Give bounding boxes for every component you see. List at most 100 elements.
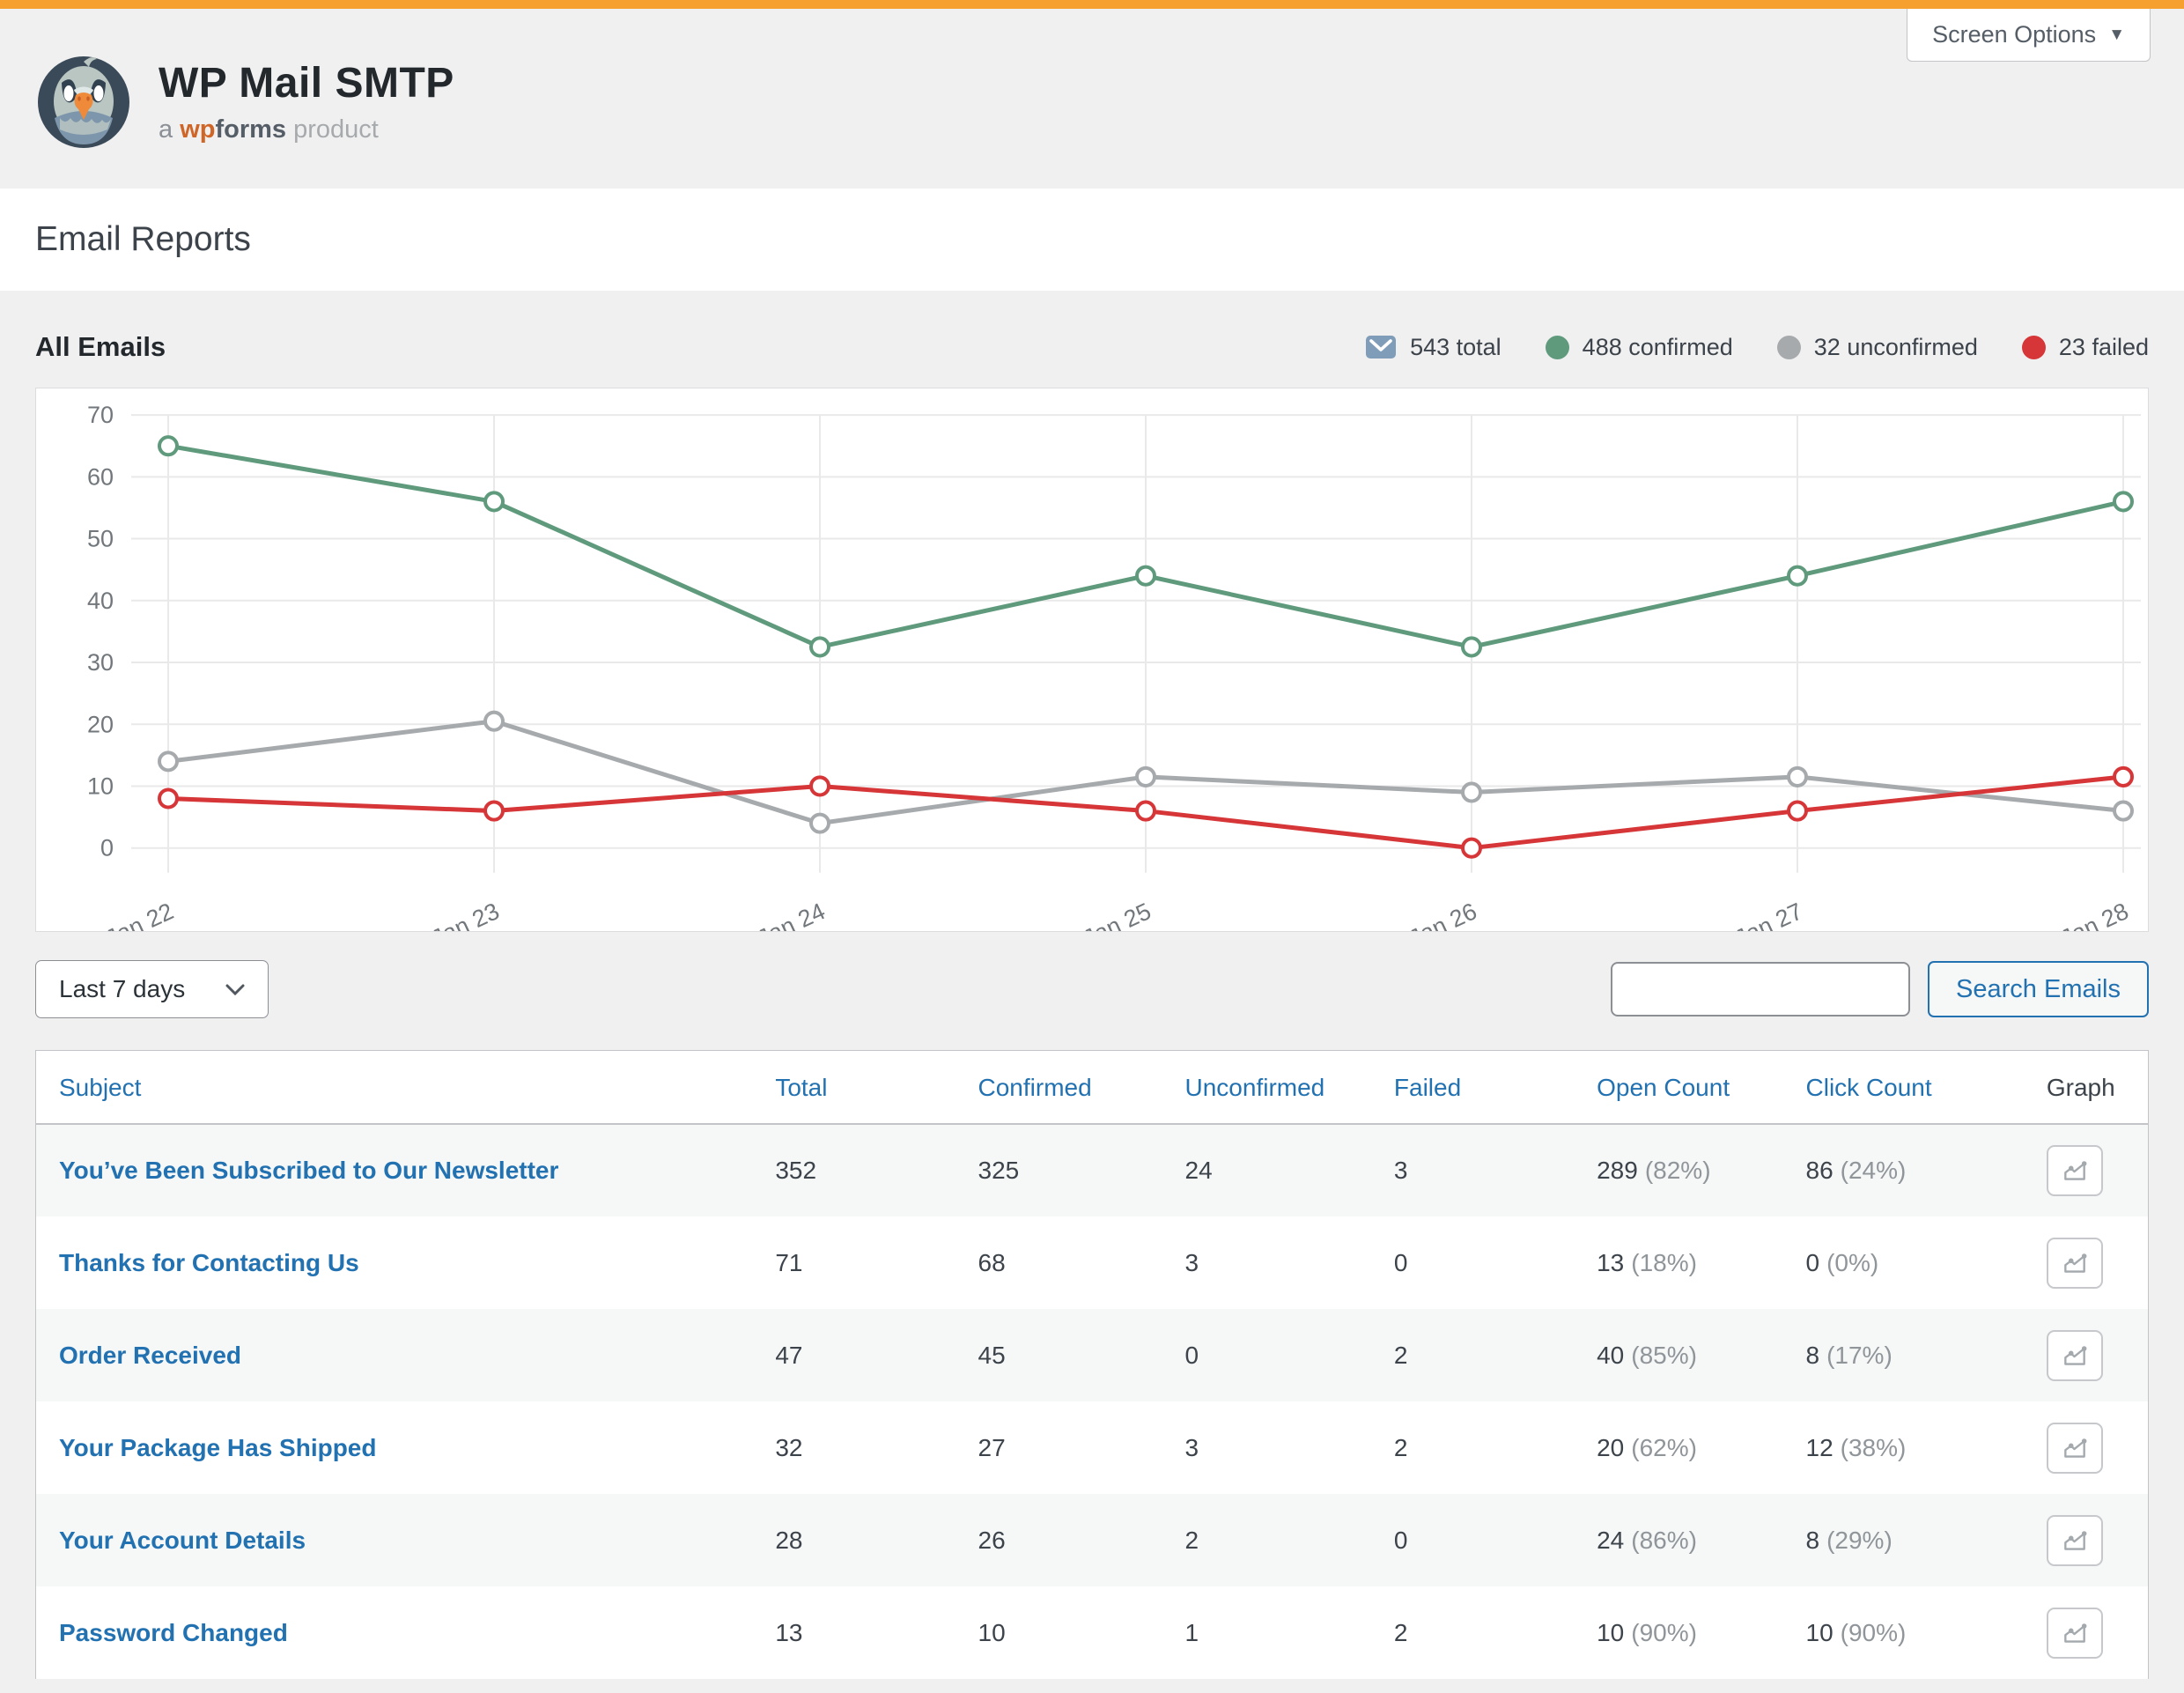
unconfirmed-dot-icon	[1777, 336, 1801, 359]
row-graph-button[interactable]	[2047, 1515, 2103, 1566]
unconfirmed-cell: 2	[1185, 1494, 1394, 1586]
svg-text:Jan 25: Jan 25	[1079, 898, 1155, 931]
column-header-confirmed[interactable]: Confirmed	[978, 1051, 1185, 1124]
table-row: Your Account Details 28 26 2 0 24(86%) 8…	[36, 1494, 2148, 1586]
subject-link[interactable]: Thanks for Contacting Us	[59, 1249, 359, 1276]
chevron-down-icon	[225, 984, 245, 995]
subject-link[interactable]: Order Received	[59, 1342, 241, 1369]
open-count-cell: 24(86%)	[1597, 1494, 1805, 1586]
unconfirmed-cell: 1	[1185, 1586, 1394, 1679]
screen-options-label: Screen Options	[1932, 21, 2096, 48]
envelope-icon	[1365, 335, 1397, 359]
wpforms-brand-wp: wp	[180, 115, 215, 144]
total-cell: 71	[775, 1216, 978, 1309]
unconfirmed-cell: 0	[1185, 1309, 1394, 1401]
svg-text:50: 50	[87, 526, 114, 552]
table-header-row: Subject Total Confirmed Unconfirmed Fail…	[36, 1051, 2148, 1124]
mini-chart-icon	[2061, 1157, 2089, 1184]
legend-confirmed-label: 488 confirmed	[1583, 334, 1733, 361]
table-row: Thanks for Contacting Us 71 68 3 0 13(18…	[36, 1216, 2148, 1309]
column-header-open-count[interactable]: Open Count	[1597, 1051, 1805, 1124]
wp-mail-smtp-logo	[35, 53, 132, 150]
total-cell: 28	[775, 1494, 978, 1586]
legend-item-confirmed: 488 confirmed	[1546, 334, 1733, 361]
open-count-cell: 40(85%)	[1597, 1309, 1805, 1401]
search-emails-button[interactable]: Search Emails	[1928, 961, 2149, 1017]
svg-text:Jan 28: Jan 28	[2056, 898, 2132, 931]
chevron-down-icon: ▼	[2108, 26, 2125, 45]
search-input[interactable]	[1611, 962, 1910, 1017]
total-cell: 32	[775, 1401, 978, 1494]
click-count-cell: 10(90%)	[1806, 1586, 2047, 1679]
screen-options-button[interactable]: Screen Options ▼	[1907, 9, 2151, 62]
date-range-value: Last 7 days	[59, 975, 185, 1003]
date-range-select[interactable]: Last 7 days	[35, 960, 269, 1018]
unconfirmed-cell: 3	[1185, 1401, 1394, 1494]
confirmed-cell: 26	[978, 1494, 1185, 1586]
failed-dot-icon	[2022, 336, 2046, 359]
legend-unconfirmed-label: 32 unconfirmed	[1814, 334, 1978, 361]
mini-chart-icon	[2061, 1342, 2089, 1369]
section-title: All Emails	[35, 331, 166, 363]
total-cell: 352	[775, 1124, 978, 1216]
admin-top-bar	[0, 0, 2184, 9]
failed-cell: 3	[1394, 1124, 1597, 1216]
open-count-cell: 13(18%)	[1597, 1216, 1805, 1309]
svg-text:70: 70	[87, 402, 114, 428]
row-graph-button[interactable]	[2047, 1608, 2103, 1659]
mini-chart-icon	[2061, 1250, 2089, 1276]
svg-text:Jan 24: Jan 24	[753, 898, 829, 931]
row-graph-button[interactable]	[2047, 1145, 2103, 1196]
legend-item-failed: 23 failed	[2022, 334, 2149, 361]
row-graph-button[interactable]	[2047, 1330, 2103, 1381]
confirmed-cell: 27	[978, 1401, 1185, 1494]
total-cell: 47	[775, 1309, 978, 1401]
plugin-header: WP Mail SMTP a wpforms product	[0, 9, 2184, 189]
svg-text:0: 0	[100, 835, 114, 861]
failed-cell: 2	[1394, 1309, 1597, 1401]
page-title: Email Reports	[35, 220, 2149, 259]
open-count-cell: 20(62%)	[1597, 1401, 1805, 1494]
svg-text:60: 60	[87, 463, 114, 490]
chart-legend: 543 total 488 confirmed 32 unconfirmed 2…	[1365, 334, 2149, 361]
email-reports-table: Subject Total Confirmed Unconfirmed Fail…	[35, 1050, 2149, 1679]
subject-link[interactable]: You’ve Been Subscribed to Our Newsletter	[59, 1157, 558, 1184]
confirmed-cell: 68	[978, 1216, 1185, 1309]
subject-link[interactable]: Your Account Details	[59, 1527, 306, 1554]
page-title-band: Email Reports	[0, 189, 2184, 291]
svg-text:Jan 23: Jan 23	[427, 898, 503, 931]
click-count-cell: 12(38%)	[1806, 1401, 2047, 1494]
emails-line-chart: 010203040506070Jan 22Jan 23Jan 24Jan 25J…	[35, 388, 2149, 932]
svg-text:Jan 22: Jan 22	[101, 898, 177, 931]
column-header-subject[interactable]: Subject	[36, 1051, 775, 1124]
svg-text:Jan 27: Jan 27	[1730, 898, 1806, 931]
emails-chart-svg: 010203040506070Jan 22Jan 23Jan 24Jan 25J…	[36, 388, 2148, 931]
wpforms-brand-forms: forms	[215, 115, 286, 144]
click-count-cell: 8(17%)	[1806, 1309, 2047, 1401]
mini-chart-icon	[2061, 1527, 2089, 1554]
mini-chart-icon	[2061, 1620, 2089, 1646]
mini-chart-icon	[2061, 1435, 2089, 1461]
subject-link[interactable]: Password Changed	[59, 1619, 288, 1646]
row-graph-button[interactable]	[2047, 1238, 2103, 1289]
column-header-failed[interactable]: Failed	[1394, 1051, 1597, 1124]
svg-text:30: 30	[87, 649, 114, 676]
column-header-unconfirmed[interactable]: Unconfirmed	[1185, 1051, 1394, 1124]
click-count-cell: 0(0%)	[1806, 1216, 2047, 1309]
open-count-cell: 289(82%)	[1597, 1124, 1805, 1216]
table-row: Order Received 47 45 0 2 40(85%) 8(17%)	[36, 1309, 2148, 1401]
click-count-cell: 86(24%)	[1806, 1124, 2047, 1216]
legend-item-unconfirmed: 32 unconfirmed	[1777, 334, 1978, 361]
column-header-click-count[interactable]: Click Count	[1806, 1051, 2047, 1124]
table-row: Password Changed 13 10 1 2 10(90%) 10(90…	[36, 1586, 2148, 1679]
unconfirmed-cell: 3	[1185, 1216, 1394, 1309]
open-count-cell: 10(90%)	[1597, 1586, 1805, 1679]
svg-text:Jan 26: Jan 26	[1405, 898, 1480, 931]
row-graph-button[interactable]	[2047, 1423, 2103, 1474]
legend-item-total: 543 total	[1365, 334, 1502, 361]
legend-failed-label: 23 failed	[2059, 334, 2149, 361]
column-header-graph: Graph	[2047, 1051, 2148, 1124]
confirmed-cell: 325	[978, 1124, 1185, 1216]
subject-link[interactable]: Your Package Has Shipped	[59, 1434, 377, 1461]
column-header-total[interactable]: Total	[775, 1051, 978, 1124]
